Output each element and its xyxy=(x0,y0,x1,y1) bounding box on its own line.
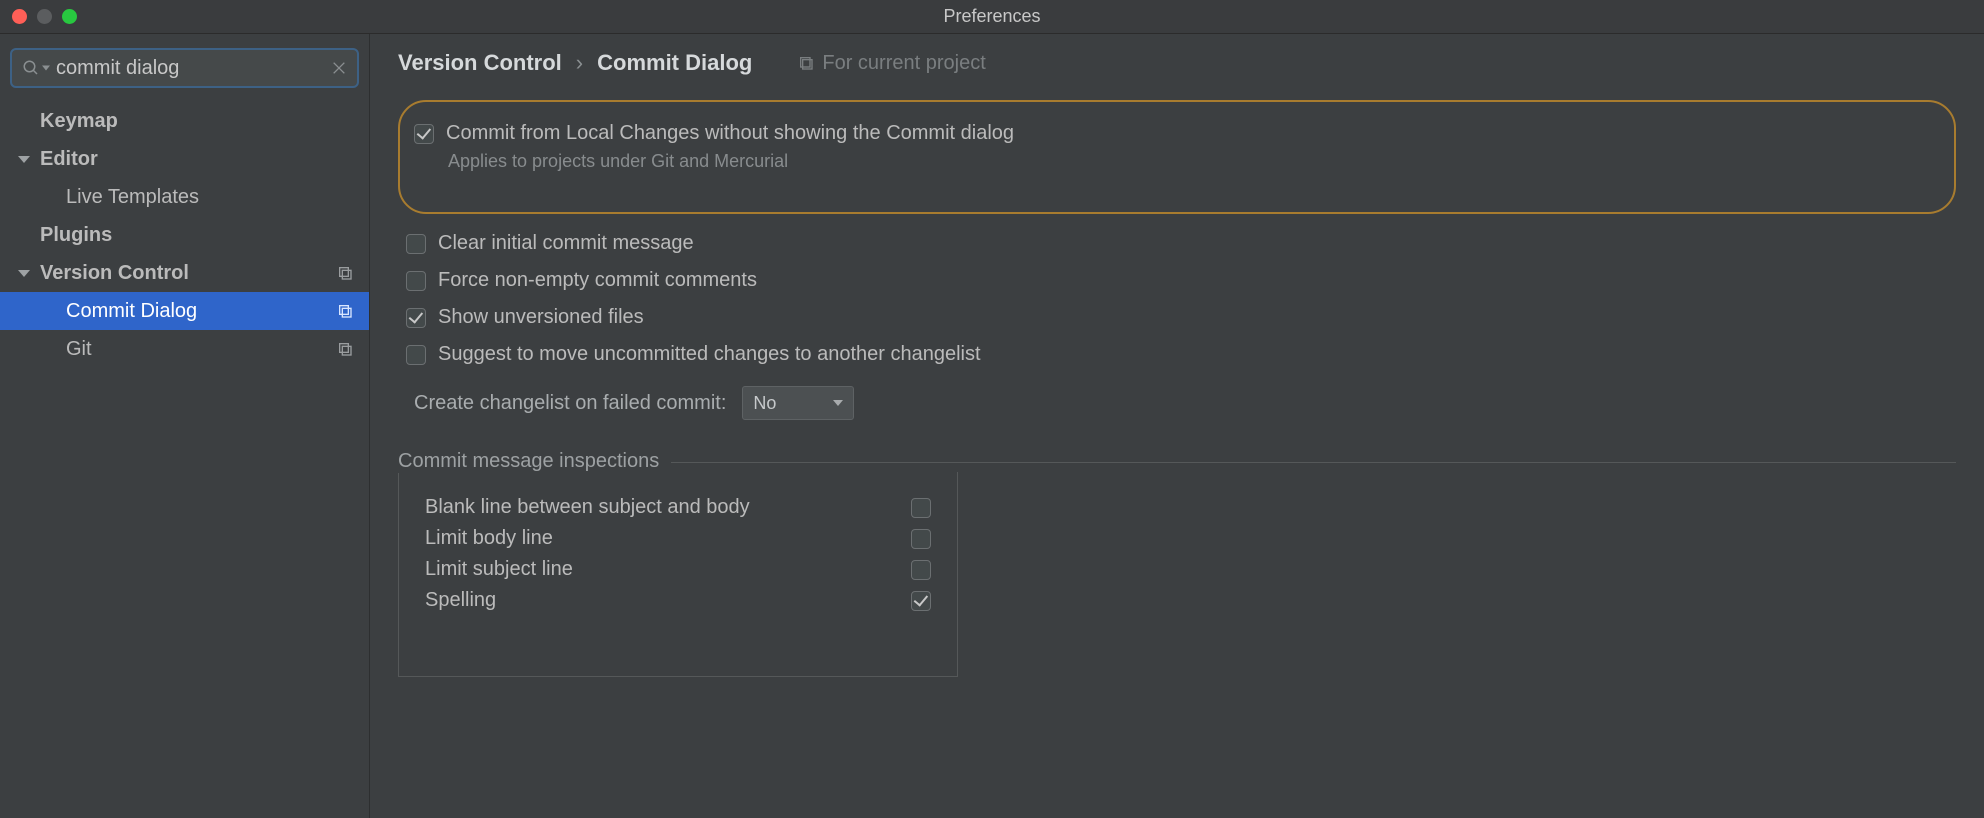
show-unversioned-checkbox[interactable] xyxy=(406,308,426,328)
inspection-label: Spelling xyxy=(425,589,496,612)
inspection-checkbox[interactable] xyxy=(911,560,931,580)
inspection-row[interactable]: Limit body line xyxy=(425,523,931,554)
clear-initial-label: Clear initial commit message xyxy=(438,232,694,255)
inspection-row[interactable]: Limit subject line xyxy=(425,554,931,585)
inspection-label: Limit subject line xyxy=(425,558,573,581)
breadcrumb-current: Commit Dialog xyxy=(597,50,752,76)
project-scope-icon xyxy=(337,265,353,281)
show-unversioned-label: Show unversioned files xyxy=(438,306,644,329)
inspection-checkbox[interactable] xyxy=(911,591,931,611)
breadcrumb: Version Control › Commit Dialog For curr… xyxy=(398,50,1956,76)
sidebar-item-label: Editor xyxy=(40,148,98,171)
inspection-label: Blank line between subject and body xyxy=(425,496,750,519)
highlighted-setting: Commit from Local Changes without showin… xyxy=(398,100,1956,214)
scope-hint: For current project xyxy=(798,52,985,75)
inspection-label: Limit body line xyxy=(425,527,553,550)
sidebar-item-label: Git xyxy=(66,338,92,361)
clear-initial-checkbox[interactable] xyxy=(406,234,426,254)
minimize-window-button[interactable] xyxy=(37,9,52,24)
clear-search-icon[interactable] xyxy=(331,60,347,76)
project-scope-icon xyxy=(337,341,353,357)
sidebar-item-plugins[interactable]: Plugins xyxy=(0,216,369,254)
force-nonempty-checkbox[interactable] xyxy=(406,271,426,291)
sidebar-item-live-templates[interactable]: Live Templates xyxy=(0,178,369,216)
zoom-window-button[interactable] xyxy=(62,9,77,24)
sidebar-item-editor[interactable]: Editor xyxy=(0,140,369,178)
suggest-move-checkbox[interactable] xyxy=(406,345,426,365)
chevron-right-icon: › xyxy=(576,50,583,76)
window-title: Preferences xyxy=(943,6,1040,27)
suggest-move-label: Suggest to move uncommitted changes to a… xyxy=(438,343,981,366)
sidebar-item-keymap[interactable]: Keymap xyxy=(0,102,369,140)
chevron-down-icon xyxy=(833,400,843,406)
close-window-button[interactable] xyxy=(12,9,27,24)
project-scope-icon xyxy=(337,303,353,319)
sidebar-item-label: Version Control xyxy=(40,262,189,285)
inspection-checkbox[interactable] xyxy=(911,529,931,549)
sidebar-item-git[interactable]: Git xyxy=(0,330,369,368)
settings-tree: Keymap Editor Live Templates Plugins Version… xyxy=(0,102,369,368)
inspection-row[interactable]: Blank line between subject and body xyxy=(425,492,931,523)
inspections-title: Commit message inspections xyxy=(398,450,671,473)
breadcrumb-parent[interactable]: Version Control xyxy=(398,50,562,76)
inspection-row[interactable]: Spelling xyxy=(425,585,931,616)
settings-main-panel: Version Control › Commit Dialog For curr… xyxy=(370,34,1984,818)
force-nonempty-label: Force non-empty commit comments xyxy=(438,269,757,292)
window-controls xyxy=(12,9,77,24)
search-history-dropdown-icon[interactable] xyxy=(42,66,50,71)
sidebar-item-label: Keymap xyxy=(40,110,118,133)
sidebar-item-version-control[interactable]: Version Control xyxy=(0,254,369,292)
commit-from-local-label: Commit from Local Changes without showin… xyxy=(446,122,1014,145)
sidebar-item-label: Commit Dialog xyxy=(66,300,197,323)
commit-from-local-hint: Applies to projects under Git and Mercur… xyxy=(448,151,1940,172)
sidebar-item-commit-dialog[interactable]: Commit Dialog xyxy=(0,292,369,330)
inspections-list: Blank line between subject and body Limit… xyxy=(398,472,958,677)
search-icon xyxy=(22,59,40,77)
sidebar-item-label: Live Templates xyxy=(66,186,199,209)
sidebar-item-label: Plugins xyxy=(40,224,112,247)
titlebar: Preferences xyxy=(0,0,1984,34)
inspection-checkbox[interactable] xyxy=(911,498,931,518)
commit-from-local-checkbox[interactable] xyxy=(414,124,434,144)
disclosure-arrow-icon[interactable] xyxy=(18,270,30,277)
search-input[interactable] xyxy=(10,48,359,88)
create-changelist-value: No xyxy=(753,393,776,414)
project-scope-icon xyxy=(798,55,814,71)
disclosure-arrow-icon[interactable] xyxy=(18,156,30,163)
create-changelist-label: Create changelist on failed commit: xyxy=(414,392,726,415)
create-changelist-select[interactable]: No xyxy=(742,386,854,420)
preferences-sidebar: Keymap Editor Live Templates Plugins Version… xyxy=(0,34,370,818)
